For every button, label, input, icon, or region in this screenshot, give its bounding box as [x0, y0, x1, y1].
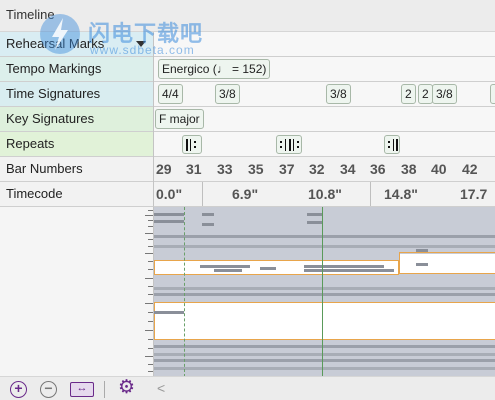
timecode-lane[interactable]: 0.0" 6.9" 10.8" 14.8" 17.7 — [154, 182, 495, 207]
bar-number: 32 — [309, 161, 325, 177]
repeat-end-marker[interactable] — [276, 135, 302, 154]
zoom-in-button[interactable]: + — [10, 381, 27, 398]
staff-ruler — [141, 206, 153, 376]
overview-sidebar — [0, 206, 153, 376]
lane-label-bar-numbers[interactable]: Bar Numbers — [0, 157, 153, 182]
timeline-lanes: Energico (♩ = 152) 4/4 3/8 3/8 2 2 3/8 F… — [153, 32, 495, 207]
bar-number: 36 — [370, 161, 386, 177]
key-signature-chip[interactable]: F major — [155, 109, 204, 129]
bar-number: 29 — [156, 161, 172, 177]
time-signature-chip-partial[interactable] — [490, 84, 495, 104]
rehearsal-marks-lane[interactable] — [154, 32, 495, 57]
lane-label-text: Key Signatures — [6, 111, 95, 126]
chevron-down-icon[interactable] — [136, 41, 146, 47]
bar-number: 31 — [186, 161, 202, 177]
lane-label-text: Tempo Markings — [6, 61, 102, 76]
tempo-marking-chip[interactable]: Energico (♩ = 152) — [158, 59, 271, 79]
fit-to-window-button[interactable]: ↔ — [70, 382, 94, 397]
toolbar-divider — [104, 381, 105, 398]
lane-label-time-signatures[interactable]: Time Signatures — [0, 82, 153, 107]
lane-label-rehearsal-marks[interactable]: Rehearsal Marks — [0, 32, 153, 57]
time-signatures-lane[interactable]: 4/4 3/8 3/8 2 2 3/8 — [154, 82, 495, 107]
time-signature-chip[interactable]: 3/8 — [432, 84, 457, 104]
loop-start-marker[interactable] — [184, 207, 185, 376]
bar-number: 37 — [279, 161, 295, 177]
lane-label-text: Repeats — [6, 136, 55, 151]
timecode-value: 6.9" — [232, 186, 259, 202]
time-signature-chip[interactable]: 2 — [418, 84, 433, 104]
timecode-tick — [202, 182, 203, 206]
timecode-value: 0.0" — [156, 186, 183, 202]
timeline-titlebar: Timeline — [0, 0, 495, 32]
repeats-lane[interactable] — [154, 132, 495, 157]
timeline-footer: + − ↔ ⚙ < — [0, 376, 495, 400]
timecode-value: 14.8" — [384, 186, 418, 202]
bar-numbers-lane[interactable]: 29 31 33 35 37 32 34 36 38 40 42 — [154, 157, 495, 182]
bar-number: 33 — [217, 161, 233, 177]
scroll-left-arrow-icon[interactable]: < — [157, 380, 165, 396]
tempo-markings-lane[interactable]: Energico (♩ = 152) — [154, 57, 495, 82]
bar-number: 34 — [340, 161, 356, 177]
lane-label-timecode[interactable]: Timecode — [0, 182, 153, 207]
timecode-value: 17.7 — [460, 186, 488, 202]
lane-label-text: Bar Numbers — [6, 161, 83, 176]
lane-label-text: Time Signatures — [6, 86, 101, 101]
time-signature-chip[interactable]: 3/8 — [215, 84, 240, 104]
playhead-line[interactable] — [322, 207, 323, 376]
time-signature-chip[interactable]: 2 — [401, 84, 416, 104]
score-overview[interactable] — [153, 206, 495, 376]
zoom-out-button[interactable]: − — [40, 381, 57, 398]
repeat-start-marker[interactable] — [182, 135, 202, 154]
lane-labels: Rehearsal Marks Tempo Markings Time Sign… — [0, 32, 153, 207]
timecode-tick — [370, 182, 371, 206]
lane-label-text: Rehearsal Marks — [6, 36, 105, 51]
lane-label-text: Timecode — [6, 186, 63, 201]
settings-gear-icon[interactable]: ⚙ — [118, 378, 135, 398]
bar-number: 35 — [248, 161, 264, 177]
lane-label-tempo-markings[interactable]: Tempo Markings — [0, 57, 153, 82]
bar-number: 40 — [431, 161, 447, 177]
time-signature-chip[interactable]: 3/8 — [326, 84, 351, 104]
lane-label-repeats[interactable]: Repeats — [0, 132, 153, 157]
bar-number: 38 — [401, 161, 417, 177]
bar-number: 42 — [462, 161, 478, 177]
window-title: Timeline — [6, 7, 55, 22]
lane-label-key-signatures[interactable]: Key Signatures — [0, 107, 153, 132]
repeat-end-marker[interactable] — [384, 135, 400, 154]
timecode-value: 10.8" — [308, 186, 342, 202]
key-signatures-lane[interactable]: F major — [154, 107, 495, 132]
time-signature-chip[interactable]: 4/4 — [158, 84, 183, 104]
